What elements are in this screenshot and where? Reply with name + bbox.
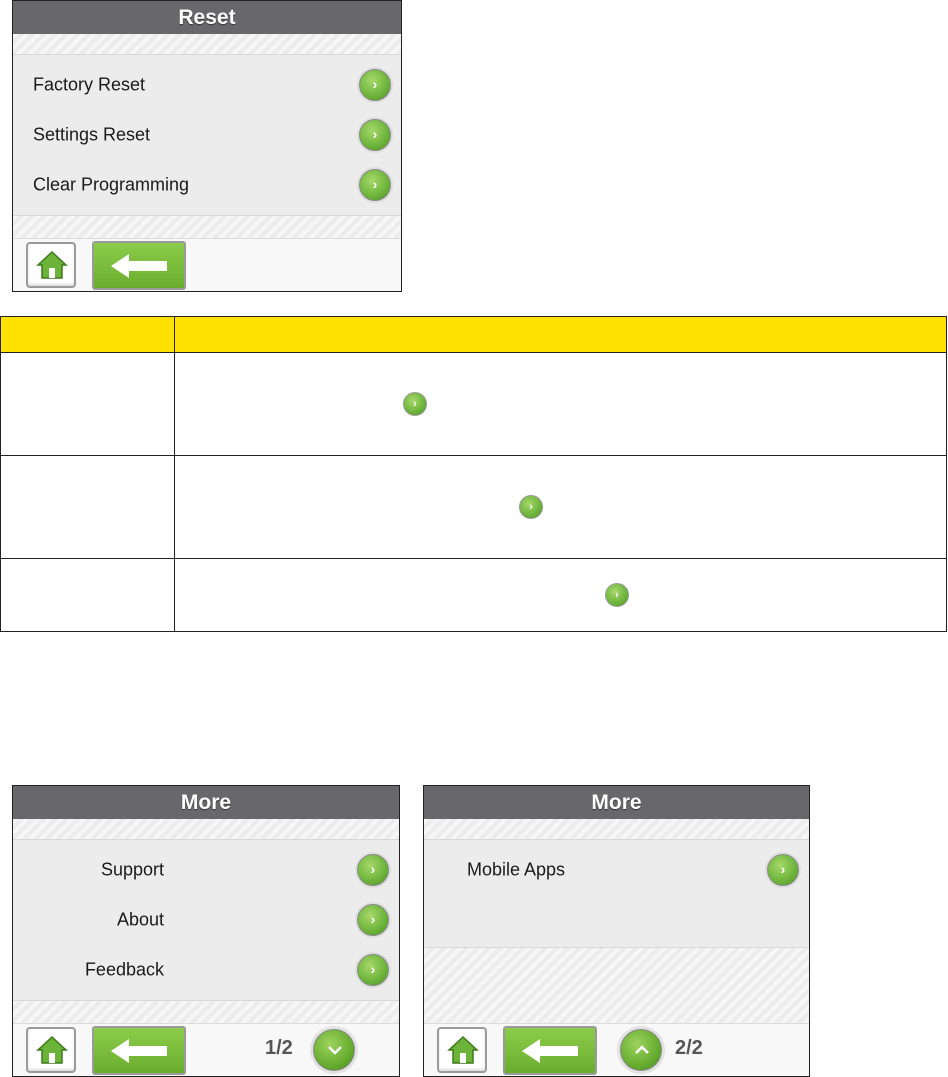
reset-menu: Factory Reset › Settings Reset › Clear P… bbox=[13, 55, 401, 215]
chevron-right-icon[interactable]: › bbox=[357, 854, 389, 886]
page-indicator: 1/2 bbox=[265, 1037, 293, 1059]
arrow-left-icon bbox=[111, 254, 167, 278]
table-header-cell bbox=[174, 316, 947, 353]
page-up-button[interactable] bbox=[620, 1029, 662, 1071]
top-stripe bbox=[13, 819, 399, 840]
chevron-right-icon[interactable]: › bbox=[359, 69, 391, 101]
menu-item-label: Mobile Apps bbox=[467, 859, 566, 880]
back-button[interactable] bbox=[92, 241, 186, 290]
arrow-left-icon bbox=[111, 1039, 167, 1063]
menu-item-mobile-apps[interactable]: Mobile Apps › bbox=[424, 845, 809, 895]
chevron-right-icon: › bbox=[605, 583, 629, 607]
more-title: More bbox=[424, 786, 809, 819]
menu-item-label: Feedback bbox=[84, 959, 164, 980]
menu-item-about[interactable]: About › bbox=[13, 895, 399, 945]
home-button[interactable] bbox=[26, 1027, 76, 1073]
chevron-right-icon[interactable]: › bbox=[357, 954, 389, 986]
table-cell: › bbox=[174, 455, 947, 559]
home-button[interactable] bbox=[26, 242, 76, 288]
menu-item-label: About bbox=[116, 909, 164, 930]
footer-bar: 1/2 bbox=[13, 1023, 399, 1076]
chevron-right-icon[interactable]: › bbox=[357, 904, 389, 936]
table-cell: › bbox=[174, 558, 947, 632]
description-table: › › › bbox=[0, 316, 947, 632]
back-button[interactable] bbox=[503, 1026, 597, 1075]
arrow-left-icon bbox=[522, 1039, 578, 1063]
table-cell: › bbox=[174, 352, 947, 456]
table-header-cell bbox=[0, 316, 175, 353]
chevron-right-icon[interactable]: › bbox=[359, 119, 391, 151]
footer-bar: 2/2 bbox=[424, 1023, 809, 1076]
more-menu: Mobile Apps › bbox=[424, 840, 809, 948]
more-title: More bbox=[13, 786, 399, 819]
table-row: › bbox=[0, 558, 947, 632]
home-icon bbox=[36, 1035, 68, 1064]
page-indicator: 2/2 bbox=[675, 1037, 703, 1059]
chevron-right-icon[interactable]: › bbox=[767, 854, 799, 886]
home-icon bbox=[447, 1035, 479, 1064]
home-icon bbox=[36, 250, 68, 279]
table-row: › bbox=[0, 455, 947, 559]
chevron-down-icon bbox=[328, 1046, 342, 1055]
more-menu: Support › About › Feedback › bbox=[13, 840, 399, 1000]
more-screen-page-2: More Mobile Apps › 2/2 bbox=[423, 785, 810, 1077]
more-screen-page-1: More Support › About › Feedback › 1/2 bbox=[12, 785, 400, 1077]
menu-item-feedback[interactable]: Feedback › bbox=[13, 945, 399, 995]
top-stripe bbox=[13, 34, 401, 55]
menu-item-settings-reset[interactable]: Settings Reset › bbox=[13, 110, 401, 160]
table-cell bbox=[0, 352, 175, 456]
chevron-right-icon[interactable]: › bbox=[359, 169, 391, 201]
home-button[interactable] bbox=[437, 1027, 487, 1073]
page-down-button[interactable] bbox=[313, 1029, 355, 1071]
top-stripe bbox=[424, 819, 809, 840]
table-cell bbox=[0, 455, 175, 559]
chevron-up-icon bbox=[635, 1045, 649, 1054]
table-header-row bbox=[0, 316, 947, 353]
chevron-right-icon: › bbox=[403, 392, 427, 416]
menu-item-support[interactable]: Support › bbox=[13, 845, 399, 895]
reset-title: Reset bbox=[13, 1, 401, 34]
reset-screen: Reset Factory Reset › Settings Reset › C… bbox=[12, 0, 402, 292]
menu-item-label: Clear Programming bbox=[33, 174, 190, 195]
bottom-stripe bbox=[424, 948, 809, 1026]
back-button[interactable] bbox=[92, 1026, 186, 1075]
menu-item-label: Support bbox=[100, 859, 164, 880]
menu-item-label: Factory Reset bbox=[33, 74, 146, 95]
table-cell bbox=[0, 558, 175, 632]
menu-item-factory-reset[interactable]: Factory Reset › bbox=[13, 60, 401, 110]
menu-item-label: Settings Reset bbox=[33, 124, 151, 145]
chevron-right-icon: › bbox=[519, 495, 543, 519]
menu-item-clear-programming[interactable]: Clear Programming › bbox=[13, 160, 401, 210]
table-row: › bbox=[0, 352, 947, 456]
footer-bar bbox=[13, 238, 401, 291]
